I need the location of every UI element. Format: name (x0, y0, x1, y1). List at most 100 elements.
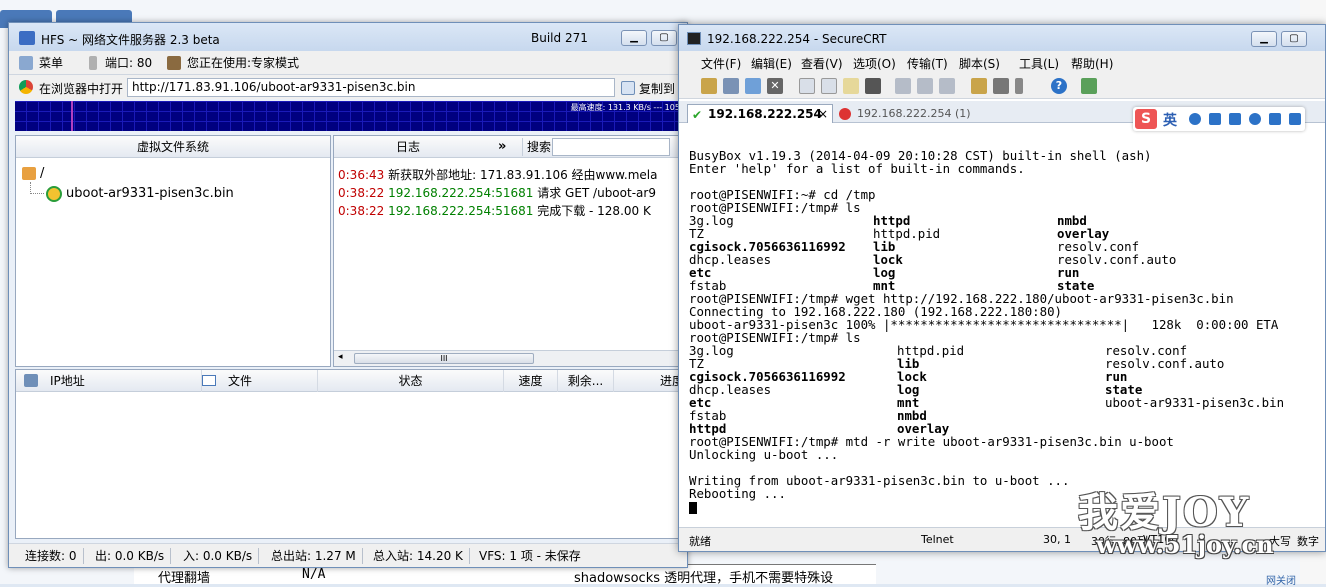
maximize-button[interactable]: ▢ (1281, 31, 1307, 47)
expand-chevron-icon[interactable]: » (498, 136, 506, 158)
tree-connector (30, 182, 44, 194)
menu-file[interactable]: 文件(F) (701, 55, 741, 72)
column-file[interactable]: 文件 (202, 370, 318, 392)
watermark-url: www.51joy.cn (1096, 530, 1274, 559)
print-icon[interactable] (895, 78, 911, 94)
terminal-screen[interactable]: BusyBox v1.19.3 (2014-04-09 20:10:28 CST… (679, 123, 1325, 527)
print-setup-icon[interactable] (917, 78, 933, 94)
menu-script[interactable]: 脚本(S) (959, 55, 1000, 72)
url-field[interactable]: http://171.83.91.106/uboot-ar9331-pisen3… (127, 78, 615, 97)
wrench-icon[interactable] (1289, 113, 1301, 125)
copy-paste-icon[interactable] (843, 78, 859, 94)
column-speed[interactable]: 速度 (504, 370, 558, 392)
menu-transfer[interactable]: 传输(T) (907, 55, 948, 72)
log-line: 0:38:22 192.168.222.254:51681 完成下载 - 128… (338, 202, 651, 219)
keyboard-icon[interactable] (1229, 113, 1241, 125)
disconnect-icon[interactable]: ✕ (767, 78, 783, 94)
menu-edit[interactable]: 编辑(E) (751, 55, 792, 72)
vfs-header: 虚拟文件系统 (16, 136, 330, 158)
column-file-label: 文件 (228, 374, 253, 388)
mode-button[interactable]: 您正在使用:专家模式 (167, 55, 299, 71)
crt-menubar: 文件(F) 编辑(E) 查看(V) 选项(O) 传输(T) 脚本(S) 工具(L… (679, 51, 1325, 73)
status-num: 数字 (1297, 535, 1319, 548)
session-options-icon[interactable] (971, 78, 987, 94)
skin-icon[interactable] (1269, 113, 1281, 125)
copy-url-button[interactable]: 复制到 (621, 80, 675, 97)
menu-options[interactable]: 选项(O) (853, 55, 896, 72)
copy-label: 复制到 (639, 82, 676, 96)
minimize-button[interactable]: ▁ (1251, 31, 1277, 47)
column-ip[interactable]: IP地址 (16, 370, 202, 392)
network-icon (24, 374, 38, 387)
scroll-left-icon[interactable]: ◂ (338, 352, 343, 362)
copy-icon[interactable] (799, 78, 815, 94)
vfs-root-item[interactable]: / (22, 166, 44, 181)
close-icon[interactable]: × (818, 105, 828, 123)
log-ip: 192.168.222.254:51681 (388, 204, 534, 218)
securecrt-window: 192.168.222.254 - SecureCRT ▁ ▢ 文件(F) 编辑… (678, 24, 1326, 552)
tab-session-active[interactable]: ✔ 192.168.222.254 × (687, 104, 833, 124)
menu-help[interactable]: 帮助(H) (1071, 55, 1113, 72)
window-icon (202, 375, 216, 386)
printer-icon[interactable] (939, 78, 955, 94)
log-panel: 日志 » 搜索 0:36:43 新获取外部地址: 171.83.91.106 经… (333, 135, 689, 367)
log-line: 0:36:43 新获取外部地址: 171.83.91.106 经由www.mel… (338, 166, 657, 183)
column-status[interactable]: 状态 (318, 370, 504, 392)
column-remaining[interactable]: 剩余... (558, 370, 614, 392)
search-input[interactable] (552, 138, 670, 156)
quick-connect-icon[interactable] (723, 78, 739, 94)
ime-toolbar[interactable]: S 英 (1133, 107, 1305, 131)
maximize-button[interactable]: ▢ (651, 30, 677, 46)
moon-icon[interactable] (1189, 113, 1201, 125)
hfs-titlebar[interactable]: HFS ~ 网络文件服务器 2.3 beta Build 271 ▁ ▢ (9, 23, 687, 51)
check-icon: ✔ (692, 108, 703, 122)
paste-icon[interactable] (821, 78, 837, 94)
sogou-ime-icon[interactable]: S (1135, 109, 1157, 129)
log-text: 完成下载 - 128.00 K (537, 204, 651, 218)
sftp-icon[interactable] (1081, 78, 1097, 94)
terminal-line: Unlocking u-boot ... (689, 447, 839, 462)
status-vfs[interactable]: VFS: 1 项 - 未保存 (479, 548, 587, 564)
table-cell: shadowsocks 透明代理，手机不需要特殊设 (574, 571, 834, 586)
connect-icon[interactable] (701, 78, 717, 94)
tab-session-inactive[interactable]: 192.168.222.254 (1) (839, 106, 971, 122)
horizontal-scrollbar[interactable]: ◂ III (334, 350, 688, 366)
open-in-browser-button[interactable]: 在浏览器中打开 (19, 80, 123, 97)
help-icon[interactable]: ? (1051, 78, 1067, 94)
crt-toolbar: ✕ ? (679, 73, 1325, 99)
menu-view[interactable]: 查看(V) (801, 55, 843, 72)
ime-mode-label[interactable]: 英 (1163, 110, 1177, 130)
hfs-window: HFS ~ 网络文件服务器 2.3 beta Build 271 ▁ ▢ 菜单 … (8, 22, 689, 568)
graph-max-speed: 最高速度: 131.3 KB/s --- 1051 (570, 103, 685, 112)
log-time: 0:38:22 (338, 204, 385, 218)
connections-panel: IP地址 文件 状态 速度 剩余... 进度 (15, 369, 689, 539)
users-icon (167, 56, 181, 70)
tab-label: 192.168.222.254 (708, 107, 822, 121)
vfs-root-label: / (40, 166, 45, 181)
home-icon (22, 167, 36, 180)
find-icon[interactable] (865, 78, 881, 94)
scroll-thumb[interactable]: III (354, 353, 534, 364)
open-in-browser-label: 在浏览器中打开 (39, 82, 124, 96)
table-cell: 代理翻墙 (158, 571, 211, 586)
search-label: 搜索 (522, 138, 551, 156)
menu-tools[interactable]: 工具(L) (1019, 55, 1059, 72)
menu-button[interactable]: 菜单 (19, 55, 63, 71)
keymap-icon[interactable] (1015, 78, 1023, 94)
hfs-window-title: HFS ~ 网络文件服务器 2.3 beta (41, 33, 220, 47)
global-options-icon[interactable] (993, 78, 1009, 94)
minimize-button[interactable]: ▁ (621, 30, 647, 46)
crt-titlebar[interactable]: 192.168.222.254 - SecureCRT ▁ ▢ (679, 25, 1325, 51)
status-ready: 就绪 (689, 535, 711, 548)
connect-tab-icon[interactable] (745, 78, 761, 94)
punctuation-icon[interactable] (1209, 113, 1221, 125)
status-in: 入: 0.0 KB/s (183, 548, 260, 564)
connections-header: IP地址 文件 状态 速度 剩余... 进度 (16, 370, 688, 392)
user-icon[interactable] (1249, 113, 1261, 125)
vfs-file-item[interactable]: uboot-ar9331-pisen3c.bin (46, 186, 234, 202)
plug-icon (89, 56, 97, 70)
background-link[interactable]: 网关闭 (1266, 572, 1296, 587)
column-progress[interactable]: 进度 (614, 370, 688, 392)
status-cursor-position: 30, 1 (1043, 533, 1071, 546)
port-button[interactable]: 端口: 80 (85, 55, 152, 71)
